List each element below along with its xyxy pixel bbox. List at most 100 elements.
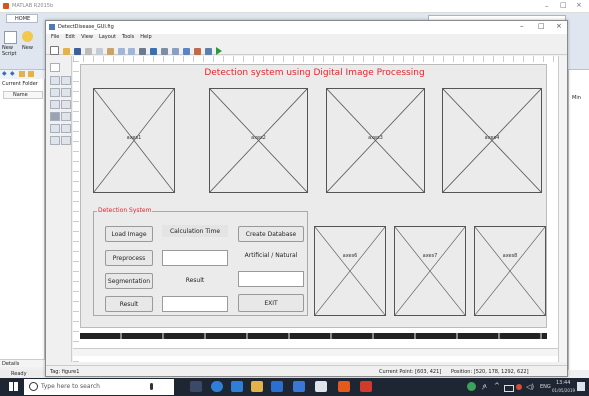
- result-field[interactable]: [162, 296, 228, 312]
- home-tab[interactable]: HOME: [6, 14, 38, 23]
- paste-icon[interactable]: [106, 48, 114, 55]
- task-view-icon[interactable]: [190, 381, 202, 392]
- segmentation-button[interactable]: Segmentation: [105, 273, 153, 289]
- save-icon[interactable]: [73, 48, 81, 55]
- axes-tool-icon[interactable]: [50, 136, 60, 145]
- matlab-minimize-icon[interactable]: –: [545, 2, 549, 10]
- folder-nav-bar: ◆ ◆: [0, 70, 45, 79]
- figure-title: Detection system using Digital Image Pro…: [204, 68, 425, 78]
- open-file-icon[interactable]: [62, 48, 70, 55]
- property-inspector-icon[interactable]: [193, 48, 201, 55]
- dropbox-icon[interactable]: [271, 381, 283, 392]
- checkbox-tool-icon[interactable]: [61, 88, 71, 97]
- volume-icon[interactable]: ◁): [526, 383, 534, 391]
- run-figure-icon[interactable]: [215, 47, 222, 55]
- axes1[interactable]: axes1: [93, 88, 175, 193]
- notification-center-icon[interactable]: [577, 382, 585, 391]
- detection-system-panel[interactable]: Detection System Load Image Preprocess S…: [93, 207, 308, 316]
- show-hidden-icons[interactable]: ^: [494, 382, 500, 390]
- battery-icon[interactable]: [504, 385, 514, 392]
- axes6[interactable]: axes6: [314, 226, 386, 316]
- details-bar[interactable]: Details: [0, 359, 45, 367]
- redo-icon[interactable]: [128, 48, 136, 55]
- menu-tools[interactable]: Tools: [122, 34, 134, 43]
- cut-icon[interactable]: [84, 48, 92, 55]
- network-icon[interactable]: [516, 384, 522, 390]
- copy-icon[interactable]: [95, 48, 103, 55]
- edge-browser-icon[interactable]: [211, 381, 223, 392]
- axes3[interactable]: axes3: [326, 88, 425, 193]
- artificial-natural-field[interactable]: [238, 271, 304, 287]
- matlab-maximize-icon[interactable]: □: [560, 1, 567, 9]
- guide-maximize-icon[interactable]: □: [538, 22, 545, 30]
- result-button[interactable]: Result: [105, 296, 153, 312]
- people-tray-icon[interactable]: ዶ: [482, 383, 487, 392]
- slider-tool-icon[interactable]: [61, 76, 71, 85]
- browse-folder-icon[interactable]: [28, 71, 34, 77]
- clock-time[interactable]: 13:44: [556, 380, 570, 386]
- edit-text-tool-icon[interactable]: [50, 100, 60, 109]
- forward-arrow-icon[interactable]: ◆: [10, 70, 15, 77]
- new-file-icon[interactable]: [50, 46, 59, 55]
- popup-menu-tool-icon[interactable]: [50, 112, 60, 121]
- exit-button[interactable]: EXIT: [238, 294, 304, 312]
- menu-edit[interactable]: Edit: [65, 34, 75, 43]
- mic-icon[interactable]: [150, 383, 153, 390]
- clock-date[interactable]: 01/05/2019: [552, 388, 575, 393]
- axes4[interactable]: axes4: [442, 88, 542, 193]
- axes8[interactable]: axes8: [474, 226, 546, 316]
- editor-icon[interactable]: [183, 48, 191, 55]
- new-button[interactable]: New: [20, 30, 36, 60]
- bolt-app-icon[interactable]: [293, 381, 305, 392]
- matlab-taskbar-icon[interactable]: [338, 381, 350, 392]
- language-indicator[interactable]: ENG: [540, 384, 551, 390]
- calculation-time-field[interactable]: [162, 250, 228, 266]
- toolbar-editor-icon[interactable]: [172, 48, 180, 55]
- menu-help[interactable]: Help: [140, 34, 151, 43]
- load-image-button[interactable]: Load Image: [105, 226, 153, 242]
- name-column-header[interactable]: Name: [3, 91, 43, 99]
- menu-file[interactable]: File: [51, 34, 59, 43]
- create-database-button[interactable]: Create Database: [238, 226, 304, 242]
- axes1-label: axes1: [126, 135, 142, 142]
- axes7[interactable]: axes7: [394, 226, 466, 316]
- menu-editor-icon[interactable]: [150, 48, 158, 55]
- push-button-tool-icon[interactable]: [50, 76, 60, 85]
- back-arrow-icon[interactable]: ◆: [2, 70, 7, 77]
- axes2[interactable]: axes2: [209, 88, 308, 193]
- chrome-tray-icon[interactable]: [467, 382, 476, 391]
- listbox-tool-icon[interactable]: [61, 112, 71, 121]
- guide-close-icon[interactable]: ×: [556, 22, 562, 30]
- axes8-label: axes8: [502, 253, 518, 260]
- table-tool-icon[interactable]: [61, 124, 71, 133]
- folder-up-icon[interactable]: [19, 71, 25, 77]
- menu-layout[interactable]: Layout: [99, 34, 116, 43]
- vertical-scrollbar[interactable]: [558, 56, 567, 362]
- align-icon[interactable]: [139, 48, 147, 55]
- radio-button-tool-icon[interactable]: [50, 88, 60, 97]
- tab-order-icon[interactable]: [161, 48, 169, 55]
- file-explorer-icon[interactable]: [251, 381, 263, 392]
- mail-icon[interactable]: [315, 381, 327, 392]
- windows-start-icon[interactable]: [9, 382, 18, 391]
- static-text-tool-icon[interactable]: [61, 100, 71, 109]
- guide-minimize-icon[interactable]: –: [520, 22, 524, 30]
- preprocess-button[interactable]: Preprocess: [105, 250, 153, 266]
- guide-toolbar: [46, 44, 567, 55]
- menu-view[interactable]: View: [81, 34, 93, 43]
- guide-statusbar: Tag: figure1 Current Point: [603, 421] P…: [46, 365, 567, 377]
- horizontal-scrollbar[interactable]: [73, 348, 558, 356]
- new-script-button[interactable]: New Script: [2, 30, 22, 60]
- guide-window-title: DetectDisease_GUI.fig: [58, 24, 114, 30]
- office-taskbar-icon[interactable]: [360, 381, 372, 392]
- undo-icon[interactable]: [117, 48, 125, 55]
- new-script-icon: [4, 31, 17, 44]
- toggle-button-tool-icon[interactable]: [50, 124, 60, 133]
- object-browser-icon[interactable]: [204, 48, 212, 55]
- figure-canvas[interactable]: Detection system using Digital Image Pro…: [80, 64, 547, 328]
- matlab-close-icon[interactable]: ×: [576, 1, 582, 9]
- store-icon[interactable]: [231, 381, 243, 392]
- select-tool-icon[interactable]: [50, 63, 60, 72]
- panel-tool-icon[interactable]: [61, 136, 71, 145]
- top-ruler: [73, 56, 558, 62]
